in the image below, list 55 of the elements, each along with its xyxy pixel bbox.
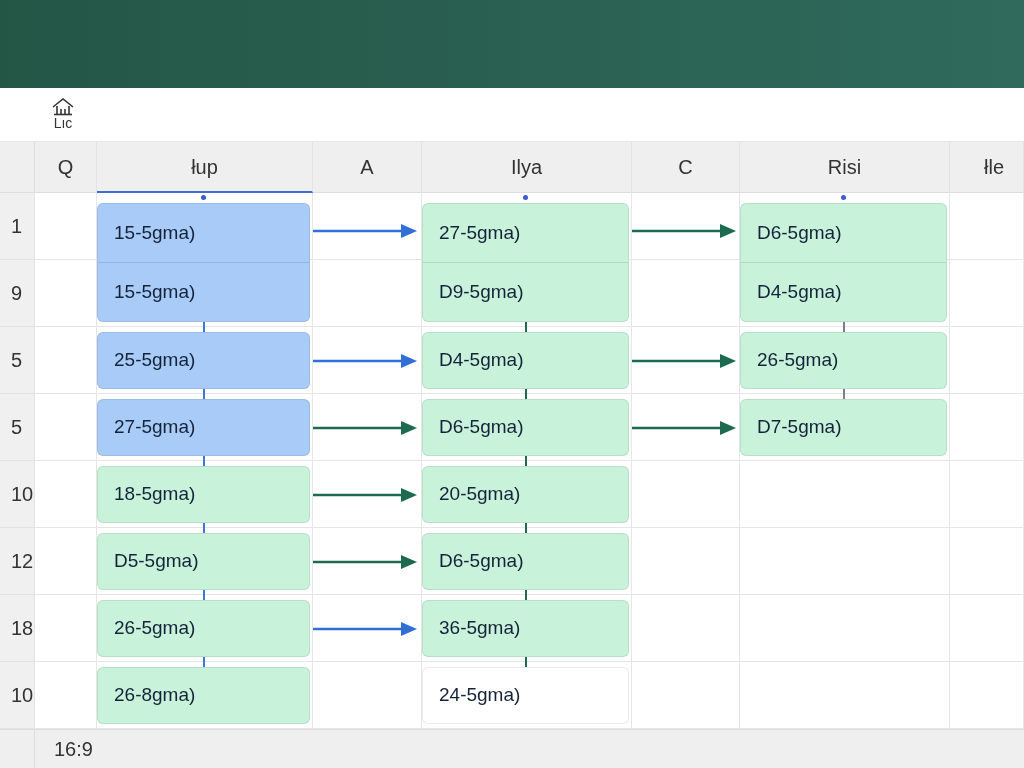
card-label: D5-5gma) <box>114 549 199 574</box>
card-label: D6-5gma) <box>439 549 524 574</box>
card-label: D4-5gma) <box>439 348 524 373</box>
task-card[interactable]: 15-5gma) 15-5gma) <box>97 203 310 322</box>
house-icon[interactable] <box>51 98 75 116</box>
card-label: D4-5gma) <box>757 279 842 304</box>
row-number: 9 <box>11 281 23 306</box>
task-card[interactable]: 27-5gma) <box>97 399 310 456</box>
card-label: 27-5gma) <box>114 415 196 440</box>
task-card[interactable]: 20-5gma) <box>422 466 629 523</box>
card-label: 25-5gma) <box>114 348 196 373</box>
task-card[interactable]: D6-5gma) <box>422 399 629 456</box>
task-card[interactable]: D6-5gma) <box>422 533 629 590</box>
column-header[interactable]: łup <box>97 142 313 193</box>
task-card[interactable]: 24-5gma) <box>422 667 629 724</box>
task-card[interactable]: 25-5gma) <box>97 332 310 389</box>
logo-text: Lıc <box>53 116 73 131</box>
card-label: 27-5gma) <box>439 220 521 245</box>
task-card[interactable]: 18-5gma) <box>97 466 310 523</box>
card-label: 26-8gma) <box>114 683 196 708</box>
column-header[interactable]: Ilya <box>422 142 632 193</box>
row-number: 10 <box>11 683 34 708</box>
row-number: 12 <box>11 549 34 574</box>
card-label: D9-5gma) <box>439 279 524 304</box>
row-number: 18 <box>11 616 34 641</box>
column-header[interactable]: Risi <box>740 142 950 193</box>
card-label: 36-5gma) <box>439 616 521 641</box>
task-card[interactable]: 36-5gma) <box>422 600 629 657</box>
card-label: D6-5gma) <box>439 415 524 440</box>
card-label: 18-5gma) <box>114 482 196 507</box>
task-card[interactable]: D7-5gma) <box>740 399 947 456</box>
task-card[interactable]: 26-5gma) <box>97 600 310 657</box>
column-header[interactable]: A <box>313 142 422 193</box>
status-text: 16:9 <box>54 737 93 762</box>
task-card[interactable]: 26-5gma) <box>740 332 947 389</box>
row-number: 1 <box>11 214 23 239</box>
card-label: 24-5gma) <box>439 683 521 708</box>
row-number: 10 <box>11 482 34 507</box>
task-card[interactable]: D6-5gma) D4-5gma) <box>740 203 947 322</box>
task-card[interactable]: D4-5gma) <box>422 332 629 389</box>
card-label: 15-5gma) <box>114 220 196 245</box>
card-label: 26-5gma) <box>114 616 196 641</box>
card-label: 20-5gma) <box>439 482 521 507</box>
column-header[interactable]: łle <box>950 142 1024 193</box>
card-label: 15-5gma) <box>114 279 196 304</box>
card-label: 26-5gma) <box>757 348 839 373</box>
row-number: 5 <box>11 348 23 373</box>
task-card[interactable]: 27-5gma) D9-5gma) <box>422 203 629 322</box>
card-label: D6-5gma) <box>757 220 842 245</box>
column-header[interactable]: C <box>632 142 740 193</box>
task-card[interactable]: 26-8gma) <box>97 667 310 724</box>
task-card[interactable]: D5-5gma) <box>97 533 310 590</box>
column-header[interactable]: Q <box>35 142 97 193</box>
card-label: D7-5gma) <box>757 415 842 440</box>
row-number: 5 <box>11 415 23 440</box>
